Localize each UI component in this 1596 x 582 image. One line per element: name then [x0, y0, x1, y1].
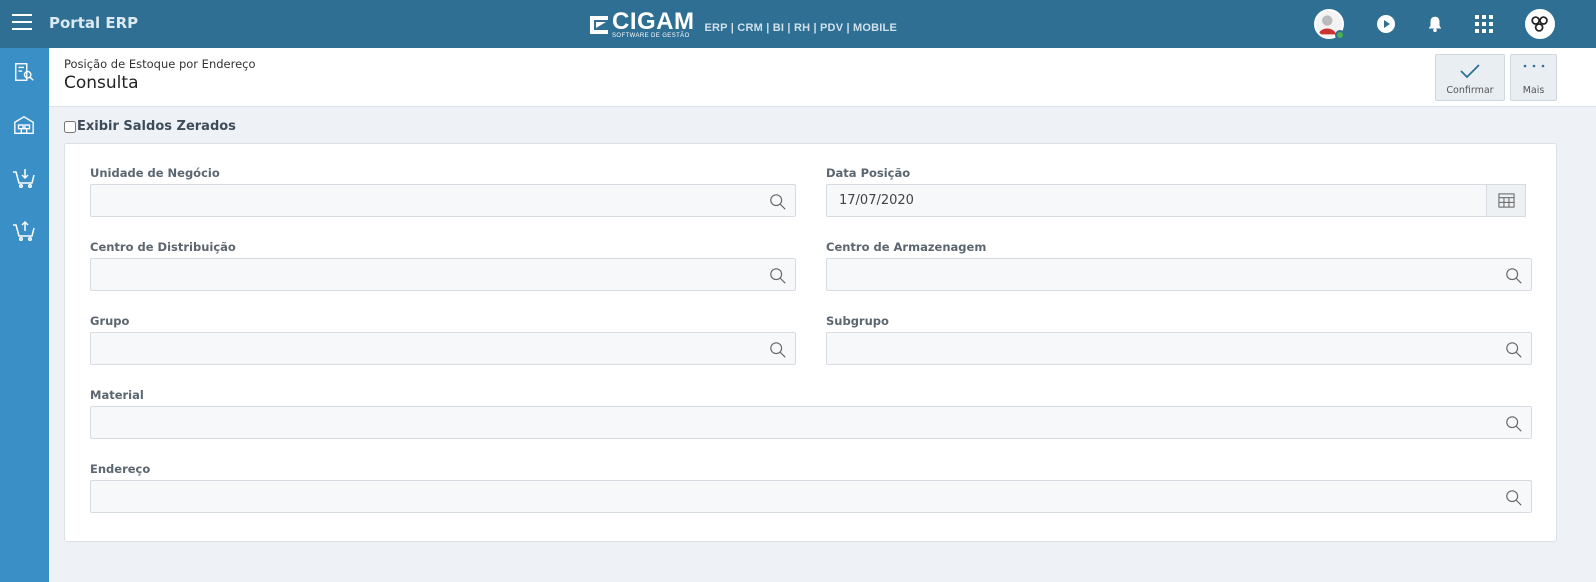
user-avatar[interactable] — [1314, 9, 1345, 40]
search-icon[interactable] — [769, 341, 787, 359]
show-zero-balances-option: Exibir Saldos Zerados — [64, 119, 236, 134]
warehouse-icon[interactable] — [10, 111, 38, 139]
brand-tagline: SOFTWARE DE GESTÃO — [612, 32, 690, 39]
distribution-center-input[interactable] — [91, 259, 795, 290]
apps-grid-icon[interactable] — [1469, 9, 1499, 39]
search-icon[interactable] — [1505, 415, 1523, 433]
calendar-button[interactable] — [1486, 184, 1526, 217]
page-title: Consulta — [64, 73, 139, 93]
brand-logo: CIGAM SOFTWARE DE GESTÃO ERP | CRM | BI … — [588, 7, 898, 39]
app-title[interactable]: Portal ERP — [49, 14, 138, 32]
page-header: Posição de Estoque por Endereço Consulta… — [49, 48, 1596, 107]
calendar-icon — [1497, 193, 1515, 208]
more-button[interactable]: Mais — [1510, 54, 1557, 101]
more-label: Mais — [1522, 85, 1545, 96]
material-field[interactable] — [90, 406, 1532, 439]
group-label: Grupo — [90, 314, 130, 328]
breadcrumb: Posição de Estoque por Endereço — [64, 57, 256, 71]
bell-icon[interactable] — [1420, 9, 1450, 39]
distribution-center-label: Centro de Distribuição — [90, 240, 236, 254]
subgroup-field[interactable] — [826, 332, 1532, 365]
position-date-field[interactable] — [826, 184, 1526, 217]
cart-download-icon[interactable] — [10, 164, 38, 192]
business-unit-field[interactable] — [90, 184, 796, 217]
inventory-search-icon[interactable] — [10, 58, 38, 86]
subgroup-label: Subgrupo — [826, 314, 889, 328]
confirm-label: Confirmar — [1446, 85, 1494, 96]
brand-name: CIGAM — [612, 7, 695, 35]
cart-upload-icon[interactable] — [10, 217, 38, 245]
search-icon[interactable] — [1505, 341, 1523, 359]
position-date-label: Data Posição — [826, 166, 911, 180]
business-unit-label: Unidade de Negócio — [90, 166, 220, 180]
search-icon[interactable] — [1505, 489, 1523, 507]
material-label: Material — [90, 388, 144, 402]
search-icon[interactable] — [769, 193, 787, 211]
search-icon[interactable] — [769, 267, 787, 285]
address-input[interactable] — [91, 481, 1531, 512]
address-field[interactable] — [90, 480, 1532, 513]
group-field[interactable] — [90, 332, 796, 365]
search-icon[interactable] — [1505, 267, 1523, 285]
distribution-center-field[interactable] — [90, 258, 796, 291]
business-unit-input[interactable] — [91, 185, 795, 216]
top-bar: Portal ERP CIGAM SOFTWARE DE GESTÃO ERP … — [0, 0, 1596, 48]
sidebar — [0, 48, 49, 582]
position-date-input[interactable] — [827, 185, 1525, 216]
group-input[interactable] — [91, 333, 795, 364]
check-icon — [1460, 64, 1480, 79]
play-icon[interactable] — [1371, 9, 1401, 39]
show-zero-balances-label[interactable]: Exibir Saldos Zerados — [77, 119, 236, 134]
cigam-logo-icon — [590, 16, 608, 34]
brand-modules: ERP | CRM | BI | RH | PDV | MOBILE — [704, 22, 898, 34]
more-dots-icon — [1523, 64, 1544, 68]
online-status-icon — [1335, 30, 1345, 40]
storage-center-input[interactable] — [827, 259, 1531, 290]
show-zero-balances-checkbox[interactable] — [64, 120, 76, 133]
storage-center-label: Centro de Armazenagem — [826, 240, 987, 254]
storage-center-field[interactable] — [826, 258, 1532, 291]
filter-form: Unidade de Negócio Data Posição Centro d… — [64, 143, 1557, 542]
menu-icon[interactable] — [12, 14, 32, 34]
confirm-button[interactable]: Confirmar — [1435, 54, 1505, 101]
material-input[interactable] — [91, 407, 1531, 438]
subgroup-input[interactable] — [827, 333, 1531, 364]
address-label: Endereço — [90, 462, 151, 476]
company-avatar[interactable] — [1525, 9, 1555, 39]
